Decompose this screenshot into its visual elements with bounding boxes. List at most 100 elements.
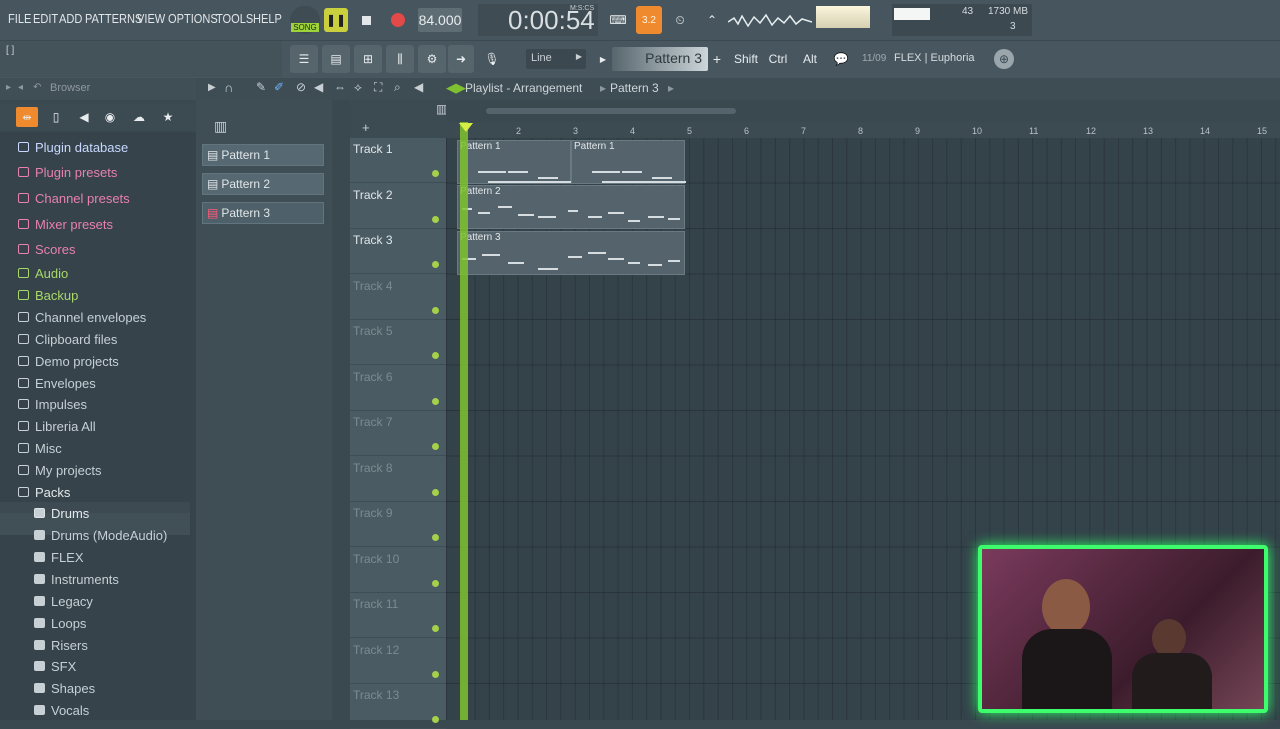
browser-item[interactable]: Loops: [34, 613, 86, 633]
track-mute-led[interactable]: [432, 443, 439, 450]
track-header[interactable]: Track 13: [350, 684, 446, 729]
track-mute-led[interactable]: [432, 261, 439, 268]
browser-item[interactable]: Audio: [18, 263, 68, 283]
breadcrumb-pattern[interactable]: Pattern 3: [610, 81, 659, 95]
menu-edit[interactable]: EDIT: [33, 11, 58, 26]
scrollbar-thumb[interactable]: [486, 108, 736, 114]
menu-patterns[interactable]: PATTERNS: [85, 11, 142, 26]
alt-button[interactable]: Alt: [796, 47, 824, 71]
zoom-icon[interactable]: ⌕: [394, 80, 401, 95]
typing-keyboard-icon[interactable]: ⌨: [606, 8, 630, 32]
track-header[interactable]: Track 9: [350, 502, 446, 547]
browser-item[interactable]: Packs: [18, 482, 70, 502]
browser-item[interactable]: Instruments: [34, 569, 119, 589]
stop-button[interactable]: [354, 8, 378, 32]
track-header[interactable]: Track 11: [350, 593, 446, 638]
browser-favorites-button[interactable]: ★: [158, 107, 178, 127]
plugin-picker-button[interactable]: ⚙: [418, 45, 446, 73]
browser-item[interactable]: SFX: [34, 656, 76, 676]
picker-pattern-2[interactable]: ▤ Pattern 2: [202, 173, 324, 195]
news-button[interactable]: 💬: [828, 47, 854, 71]
mixer-button[interactable]: ⫼: [386, 45, 414, 73]
browser-cloud-button[interactable]: ☁: [128, 107, 150, 127]
forward-button[interactable]: ➜: [448, 45, 474, 73]
slip-icon[interactable]: ⇔: [334, 80, 346, 94]
browser-plugins-button[interactable]: ◉: [100, 107, 120, 127]
track-mute-led[interactable]: [432, 397, 439, 405]
magnet-icon[interactable]: ∩: [224, 80, 233, 95]
browser-item[interactable]: Vocals: [34, 700, 89, 720]
timeline-scrollbar[interactable]: [446, 100, 1280, 122]
channel-rack-button[interactable]: ⊞: [354, 45, 382, 73]
browser-item[interactable]: Channel presets: [18, 188, 130, 208]
playhead-marker[interactable]: [460, 122, 468, 720]
plus-icon[interactable]: +: [362, 120, 370, 135]
browser-item[interactable]: FLEX: [34, 547, 84, 567]
record-button[interactable]: [386, 8, 410, 32]
track-mute-led[interactable]: [432, 625, 439, 632]
browser-item[interactable]: Demo projects: [18, 351, 119, 371]
snap-select[interactable]: Line ▶: [526, 49, 586, 69]
slice-icon[interactable]: ⟡: [354, 80, 362, 95]
browser-item[interactable]: Impulses: [18, 394, 87, 414]
delete-icon[interactable]: ⊘: [296, 80, 306, 94]
back-icon[interactable]: ↶: [33, 82, 41, 93]
track-header[interactable]: Track 12: [350, 639, 446, 684]
track-header[interactable]: Track 1: [350, 138, 446, 183]
breadcrumb-arrangement[interactable]: Playlist - Arrangement: [465, 81, 582, 95]
track-mute-led[interactable]: [432, 534, 439, 541]
track-header[interactable]: Track 3: [350, 229, 446, 274]
select-icon[interactable]: ⛶: [374, 80, 382, 95]
song-mode-toggle[interactable]: SONG: [290, 6, 320, 34]
track-header[interactable]: Track 2: [350, 184, 446, 229]
timeline-ruler[interactable]: 2 3 4 5 6 7 8 9 10 11 12 13 14 15: [446, 122, 1280, 138]
globe-icon[interactable]: ⊕: [994, 49, 1014, 69]
playback-icon[interactable]: ◀: [414, 80, 423, 94]
pattern-selector[interactable]: Pattern 3: [612, 47, 708, 71]
track-mute-led[interactable]: [432, 215, 439, 223]
add-pattern-button[interactable]: +: [708, 49, 726, 69]
track-header[interactable]: Track 7: [350, 411, 446, 456]
browser-item[interactable]: Scores: [18, 239, 75, 259]
chevron-right-icon[interactable]: ▸: [6, 82, 11, 93]
pattern-prev-button[interactable]: ▶: [596, 49, 610, 69]
browser-item[interactable]: Backup: [18, 285, 78, 305]
browser-item[interactable]: Plugin presets: [18, 162, 117, 182]
pause-button[interactable]: ❚❚: [324, 8, 348, 32]
metronome-button[interactable]: 3.2: [636, 6, 662, 34]
browser-item[interactable]: Plugin database: [18, 137, 128, 157]
track-mute-led[interactable]: [432, 488, 439, 496]
chevron-right-icon[interactable]: ▶: [208, 82, 216, 93]
countdown-icon[interactable]: ⌃: [700, 8, 724, 32]
pattern-clip[interactable]: Pattern 1: [457, 140, 572, 184]
browser-item[interactable]: Envelopes: [18, 373, 96, 393]
browser-item[interactable]: Drums: [34, 503, 89, 523]
mute-icon[interactable]: ◀: [314, 80, 323, 94]
browser-item[interactable]: Channel envelopes: [18, 307, 146, 327]
track-mute-led[interactable]: [432, 170, 439, 177]
browser-all-button[interactable]: ⇹: [16, 107, 38, 127]
playhead-triangle[interactable]: [459, 123, 473, 132]
track-header[interactable]: Track 6: [350, 366, 446, 411]
paint-brush-icon[interactable]: ✐: [274, 80, 284, 94]
menu-add[interactable]: ADD: [59, 11, 82, 26]
browser-item[interactable]: My projects: [18, 460, 101, 480]
browser-item[interactable]: Libreria All: [18, 416, 96, 436]
track-mute-led[interactable]: [432, 352, 439, 359]
browser-speaker-button[interactable]: ◀: [74, 107, 94, 127]
track-header[interactable]: Track 8: [350, 457, 446, 502]
pattern-clip[interactable]: Pattern 3: [457, 231, 685, 275]
ctrl-button[interactable]: Ctrl: [764, 47, 792, 71]
pattern-clip[interactable]: Pattern 2: [457, 185, 685, 229]
track-header[interactable]: Track 5: [350, 320, 446, 365]
browser-item[interactable]: Clipboard files: [18, 329, 117, 349]
track-header[interactable]: Track 4: [350, 275, 446, 320]
shift-button[interactable]: Shift: [732, 47, 760, 71]
track-mute-led[interactable]: [432, 579, 439, 587]
browser-item[interactable]: Risers: [34, 635, 88, 655]
playlist-button[interactable]: ☰: [290, 45, 318, 73]
browser-item[interactable]: Mixer presets: [18, 214, 113, 234]
picker-pattern-3[interactable]: ▤ Pattern 3: [202, 202, 324, 224]
track-mute-led[interactable]: [432, 670, 439, 678]
menu-view[interactable]: VIEW: [137, 11, 165, 26]
